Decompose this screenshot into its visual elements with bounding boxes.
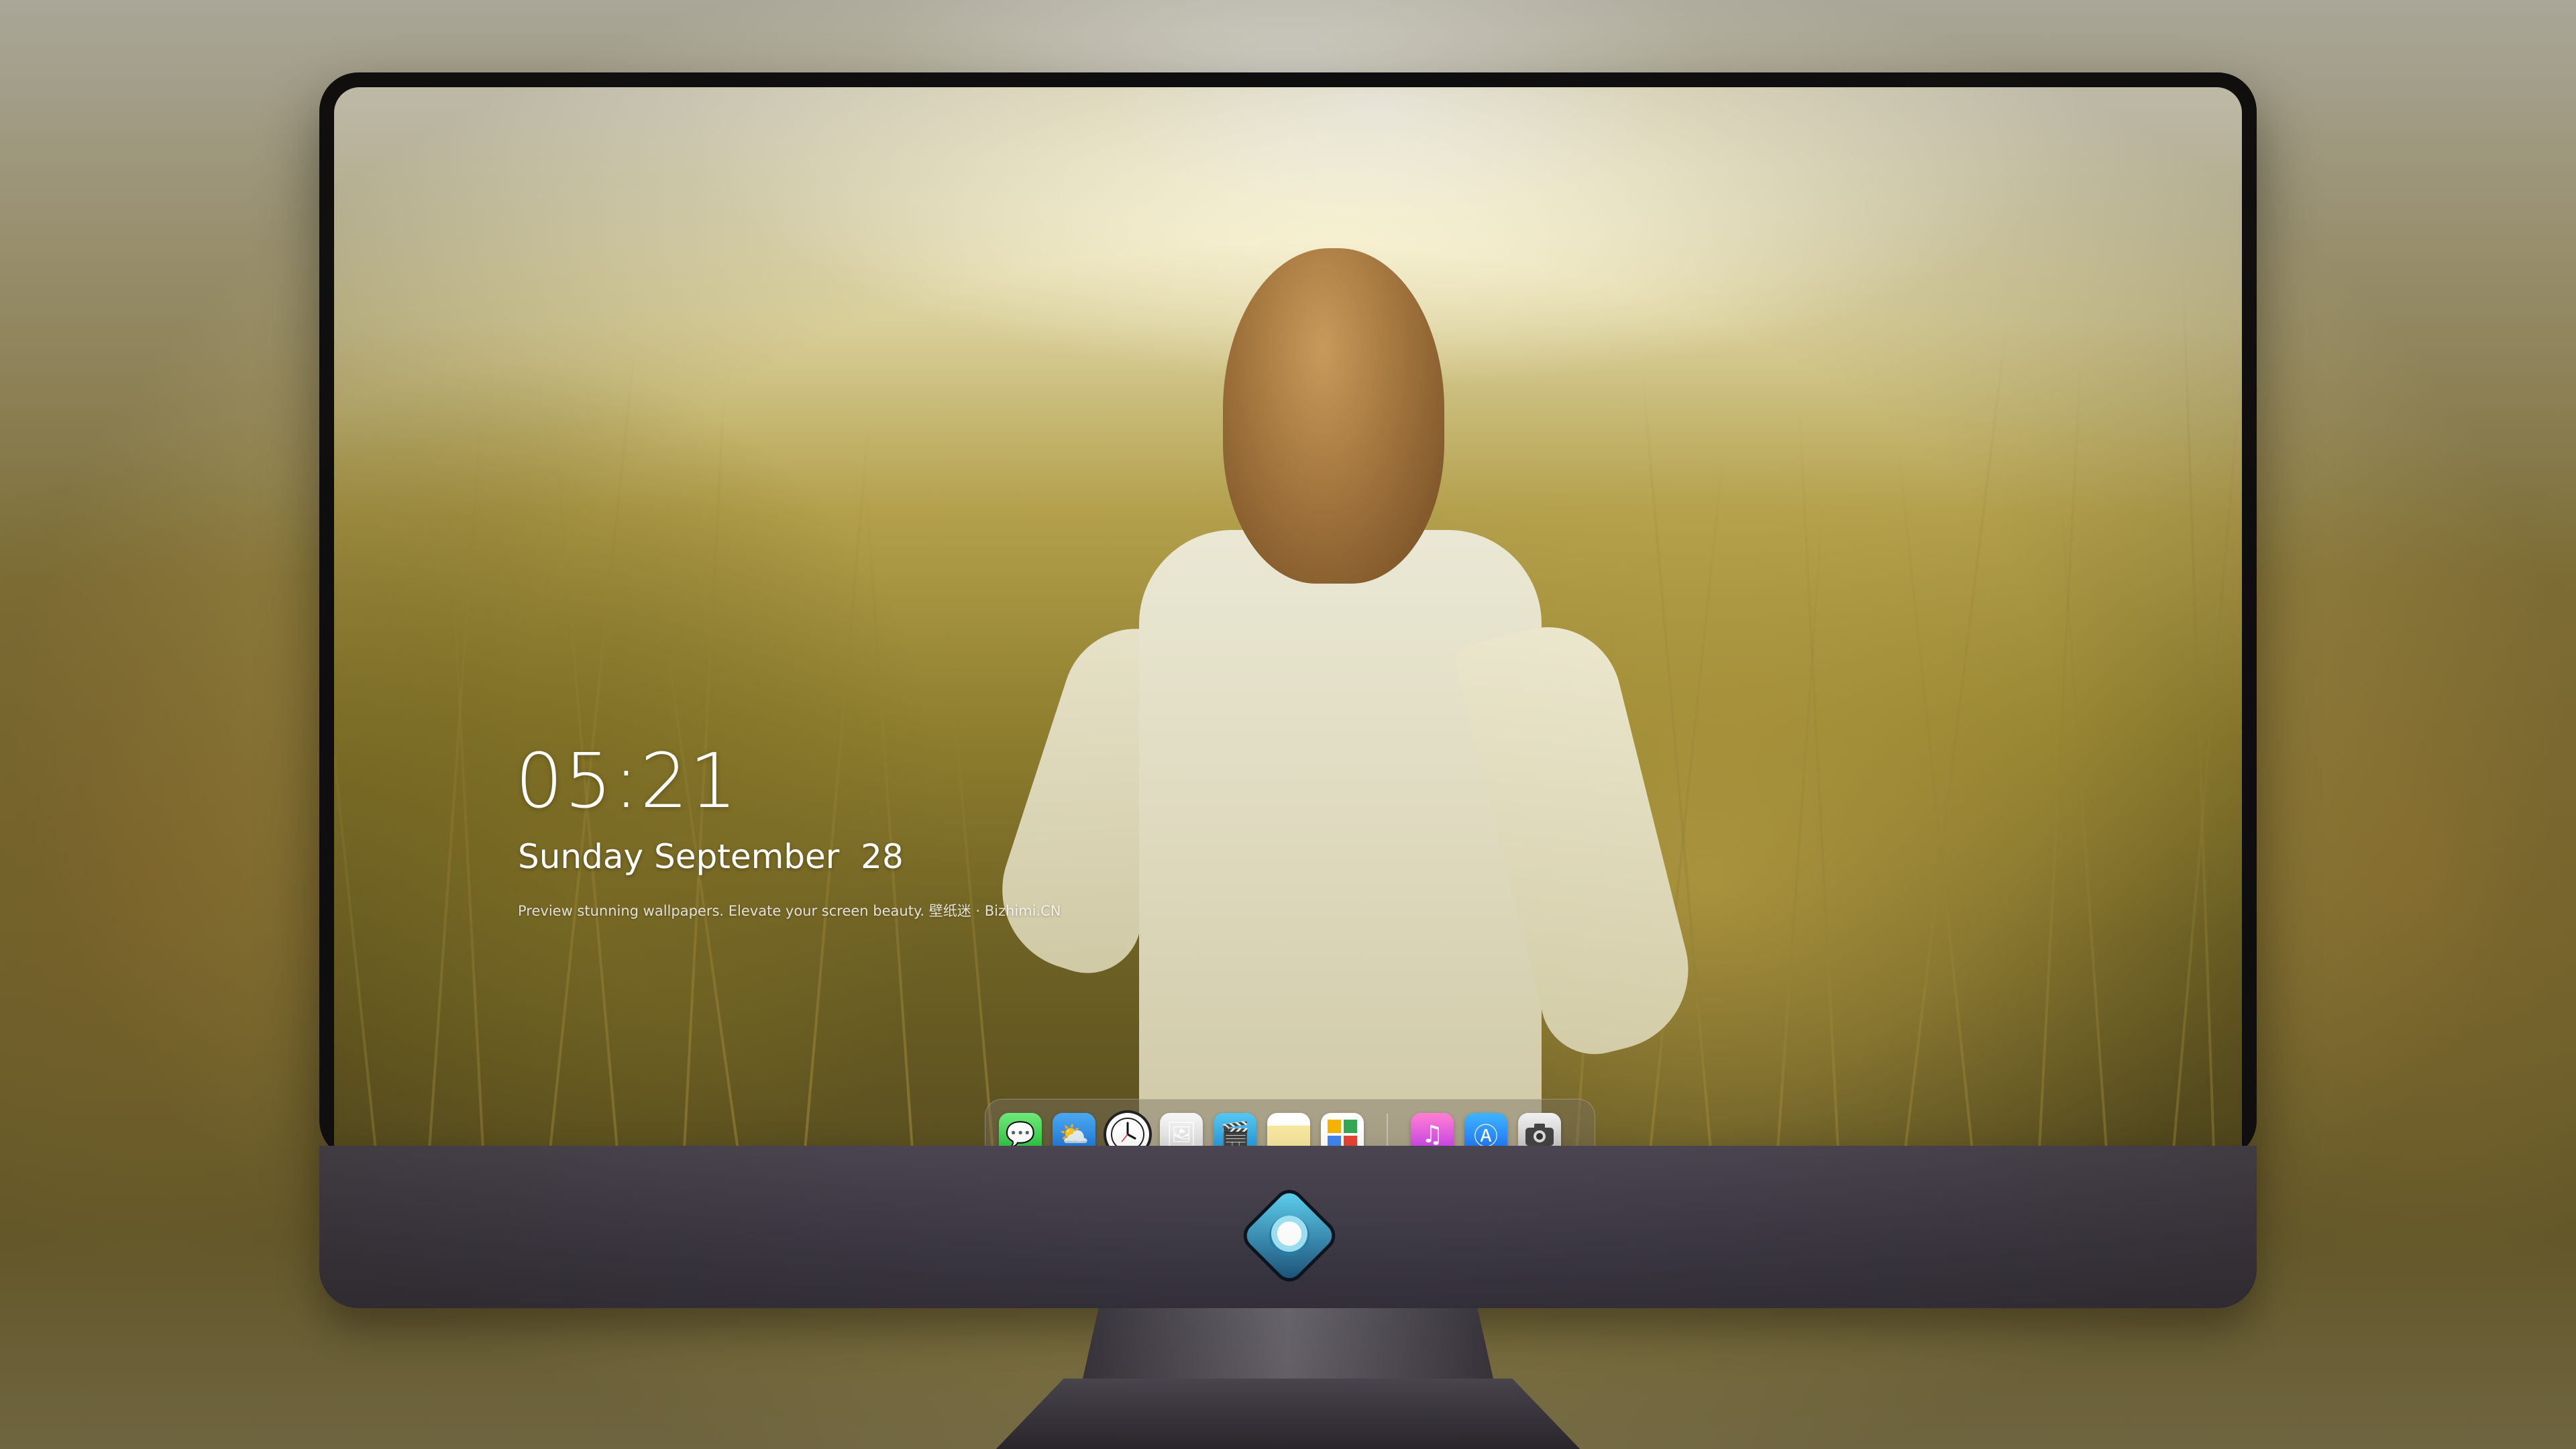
clips-app-icon[interactable]: 🎬 <box>1214 1113 1256 1150</box>
camera-app-icon[interactable] <box>1518 1113 1561 1150</box>
camera-glyph-icon <box>1525 1124 1554 1146</box>
wallpaper-grass-stalk <box>647 518 739 1150</box>
monitor: 05:21 Sunday September 28 Preview stunni… <box>319 72 2257 1308</box>
monitor-stand-neck <box>1082 1308 1494 1382</box>
lock-screen-time: 05:21 <box>515 738 739 825</box>
dock-separator <box>1387 1114 1388 1150</box>
wallpaper-grass-stalk <box>1776 494 1825 1150</box>
wallpaper-grass-stalk <box>2038 359 2082 1150</box>
wallpaper-grass-stalk <box>864 480 914 1150</box>
lock-screen-date: Sunday September 28 <box>518 837 904 876</box>
wallpaper-dress <box>1139 530 1542 1150</box>
wallpaper-woman-figure <box>981 248 1705 1150</box>
desktop-mockup-scene: 05:21 Sunday September 28 Preview stunni… <box>0 0 2576 1449</box>
wallpaper-grass-stalk <box>1649 449 1725 1150</box>
lock-screen-tagline: Preview stunning wallpapers. Elevate you… <box>518 903 1061 919</box>
monitor-stand-base <box>993 1379 1583 1449</box>
lock-screen-wallpaper: 05:21 Sunday September 28 Preview stunni… <box>334 87 2242 1150</box>
monitor-bezel: 05:21 Sunday September 28 Preview stunni… <box>319 72 2257 1159</box>
wallpaper-hair <box>1223 248 1444 584</box>
messages-app-icon[interactable]: 💬 <box>999 1113 1042 1150</box>
wallpaper-grass-stalk <box>2172 401 2241 1150</box>
preview-app-icon[interactable]: 🖼 <box>1160 1113 1203 1150</box>
wallpaper-grass-stalk <box>945 614 994 1150</box>
notes-app-icon[interactable] <box>1267 1113 1310 1150</box>
clock-app-icon[interactable] <box>1106 1113 1149 1150</box>
clock-face-icon <box>1111 1118 1144 1150</box>
wallpaper-grass-stalk <box>1904 317 2009 1150</box>
weather-app-icon[interactable]: ⛅ <box>1053 1113 1095 1150</box>
logo-mascot <box>1269 1216 1309 1256</box>
dock: 💬 ⛅ 🖼 🎬 ♫ Ⓐ <box>985 1099 1595 1150</box>
app-store-icon[interactable]: Ⓐ <box>1464 1113 1507 1150</box>
music-app-icon[interactable]: ♫ <box>1411 1113 1454 1150</box>
photos-app-icon[interactable] <box>1321 1113 1364 1150</box>
wallpaper-grass-stalk <box>428 413 482 1150</box>
wallpaper-grass-stalk <box>1896 442 1974 1150</box>
photo-grid-icon <box>1328 1120 1357 1149</box>
wallpaper-grass-stalk <box>804 415 871 1150</box>
wallpaper-grass-stalk <box>2058 480 2108 1150</box>
wallpaper-grass-stalk <box>334 549 377 1150</box>
